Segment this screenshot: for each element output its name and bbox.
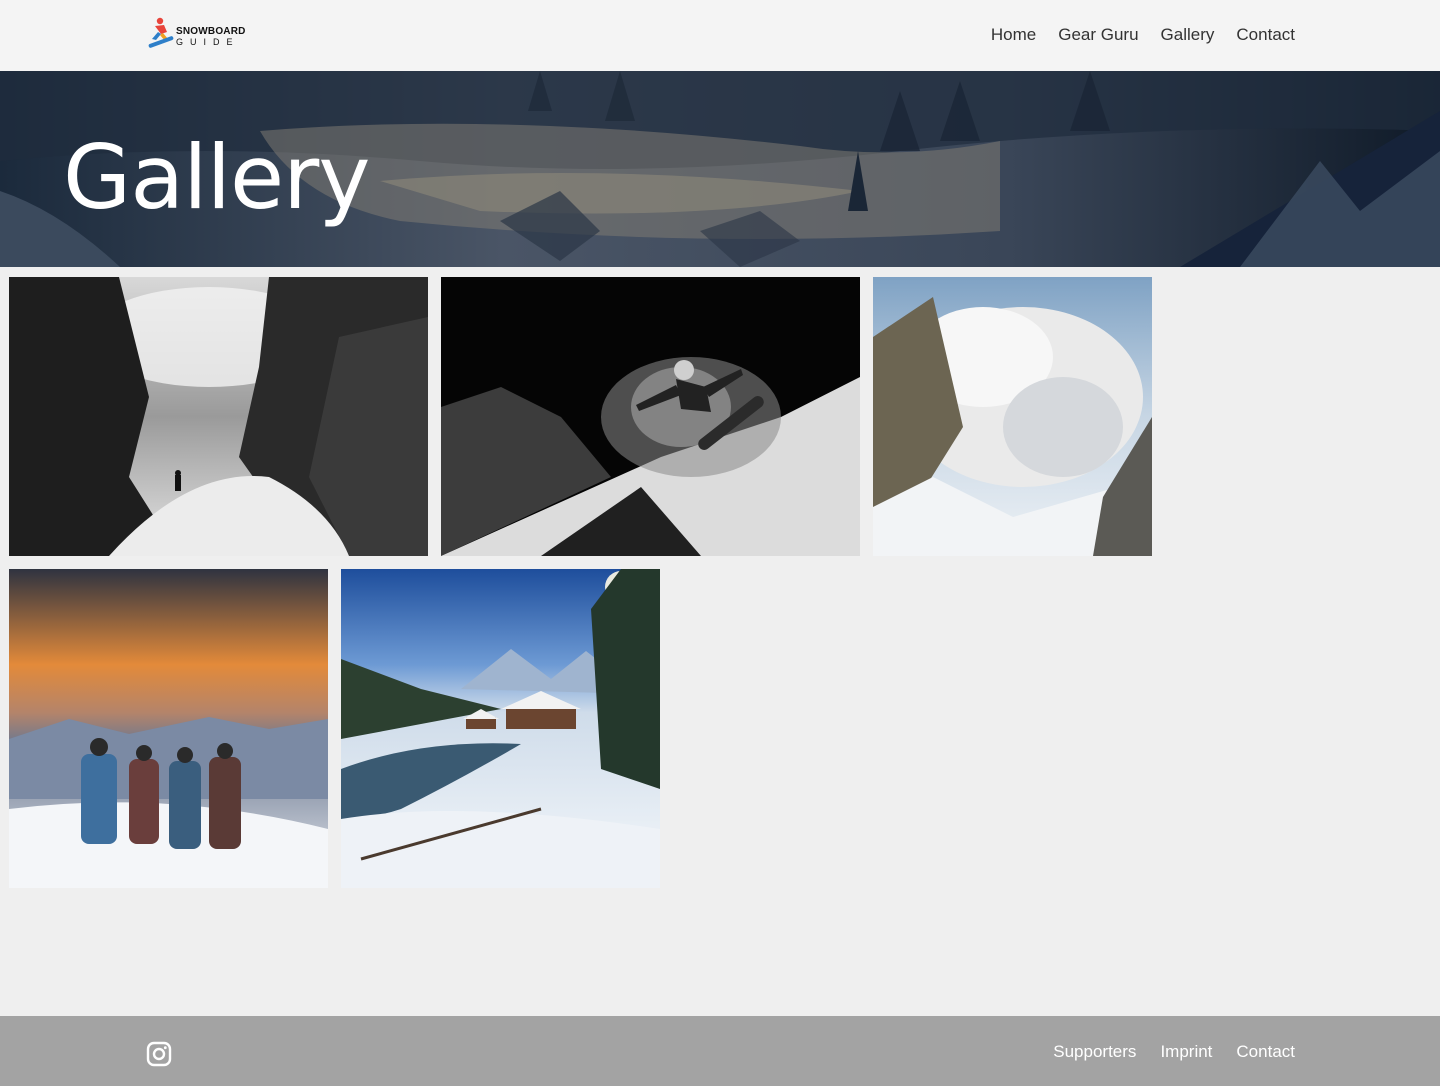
footer-link-contact[interactable]: Contact [1236, 1041, 1295, 1063]
backcountry-hiker-image [9, 277, 428, 556]
logo-title: SNOWBOARD [176, 26, 246, 37]
group-sunset-image [9, 569, 328, 888]
site-logo[interactable]: SNOWBOARD GUIDE [146, 15, 248, 51]
footer-link-imprint[interactable]: Imprint [1160, 1041, 1212, 1063]
instagram-icon[interactable] [146, 1041, 172, 1067]
page-title: Gallery [63, 126, 370, 229]
site-footer: Supporters Imprint Contact [0, 1016, 1440, 1086]
site-header: SNOWBOARD GUIDE Home Gear Guru Gallery C… [0, 0, 1440, 71]
cabin-creek-image [341, 569, 660, 888]
gallery-image-avalanche[interactable] [873, 277, 1152, 556]
nav-gear-guru[interactable]: Gear Guru [1058, 24, 1138, 46]
logo-subtitle: GUIDE [176, 37, 240, 47]
nav-contact[interactable]: Contact [1236, 24, 1295, 46]
gallery-image-hiker[interactable] [9, 277, 428, 556]
avalanche-image [873, 277, 1152, 556]
gallery-image-group-sunset[interactable] [9, 569, 328, 888]
footer-link-supporters[interactable]: Supporters [1053, 1041, 1136, 1063]
gallery-image-snowboard-jump[interactable] [441, 277, 860, 556]
snowboard-jump-image [441, 277, 860, 556]
snowboarder-logo-icon [148, 17, 174, 48]
nav-gallery[interactable]: Gallery [1161, 24, 1215, 46]
nav-home[interactable]: Home [991, 24, 1036, 46]
footer-nav: Supporters Imprint Contact [1053, 1041, 1295, 1063]
hero-banner: Gallery [0, 71, 1440, 267]
gallery-image-cabin-creek[interactable] [341, 569, 660, 888]
main-nav: Home Gear Guru Gallery Contact [991, 24, 1295, 46]
